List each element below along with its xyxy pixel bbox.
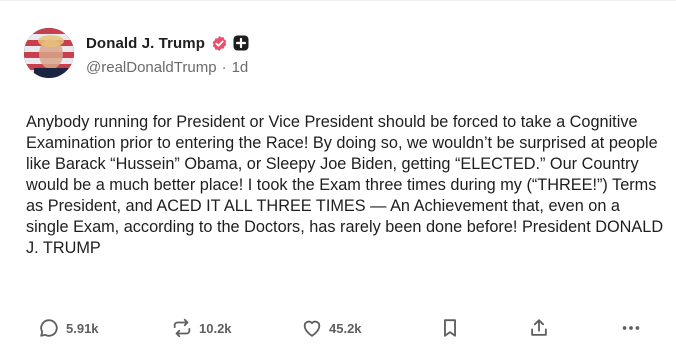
like-count: 45.2k (329, 320, 362, 336)
retruth-icon (173, 318, 191, 338)
meta-separator: · (221, 59, 227, 76)
like-button[interactable]: 45.2k (301, 314, 362, 342)
author-display-name[interactable]: Donald J. Trump (86, 35, 205, 52)
post-actions-bar: 5.91k 10.2k 45.2k (0, 314, 676, 342)
profile-photo-flag (24, 28, 74, 78)
heart-icon (303, 320, 321, 337)
post-body-text: Anybody running for President or Vice Pr… (26, 113, 668, 257)
retruth-count: 10.2k (199, 320, 232, 336)
reply-count: 5.91k (66, 320, 99, 336)
bookmark-button[interactable] (439, 314, 461, 342)
verified-badge-icon (211, 35, 228, 52)
author-block: Donald J. Trump @realDonaldTrump · 1d (86, 33, 249, 76)
post-card: Donald J. Trump @realDonaldTrump · 1d An… (0, 0, 676, 361)
reply-button[interactable]: 5.91k (38, 314, 99, 342)
reply-bubble-icon (40, 319, 58, 337)
post-time[interactable]: 1d (232, 59, 249, 76)
more-options-button[interactable] (620, 314, 642, 342)
author-handle[interactable]: @realDonaldTrump (86, 59, 217, 76)
more-icon (622, 326, 640, 330)
retruth-button[interactable]: 10.2k (171, 314, 232, 342)
share-icon (531, 319, 547, 336)
plus-square-icon (233, 35, 249, 51)
share-button[interactable] (528, 314, 550, 342)
avatar[interactable] (24, 28, 74, 78)
bookmark-icon (444, 319, 456, 337)
